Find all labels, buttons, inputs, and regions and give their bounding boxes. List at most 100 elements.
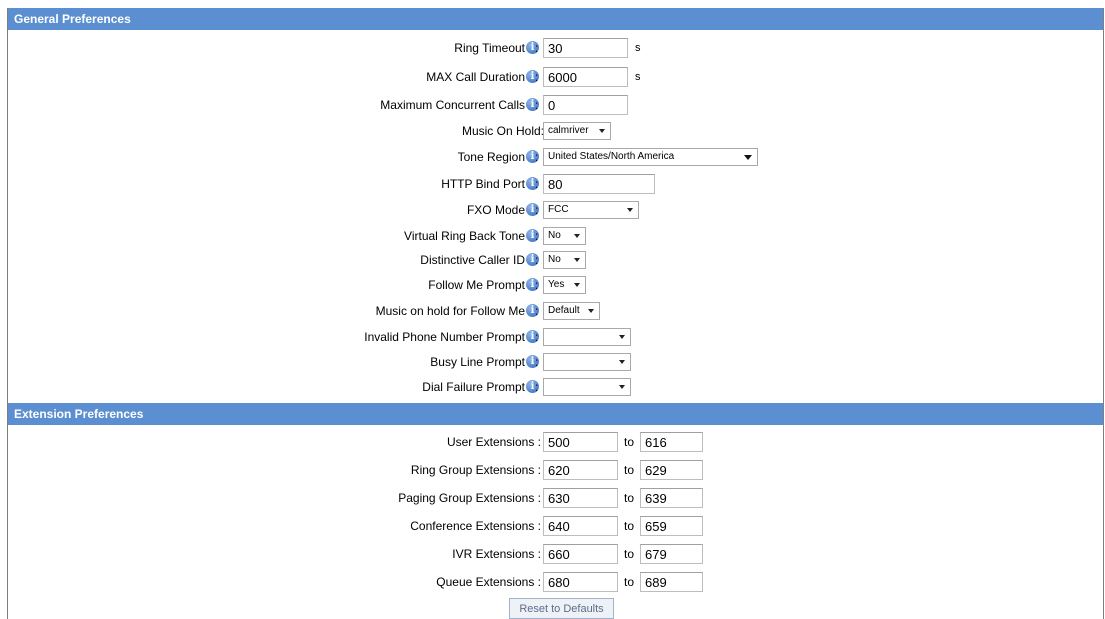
- ring-timeout-unit: s: [635, 42, 641, 54]
- fxo-mode-label: FXO Mode: [466, 203, 525, 217]
- tone-region-label: Tone Region: [457, 150, 525, 164]
- chevron-down-icon: [588, 309, 594, 313]
- user-extensions-row: User Extensions : to: [8, 431, 1103, 453]
- chevron-down-icon: [744, 155, 752, 160]
- colon: :: [535, 355, 539, 369]
- max-call-duration-unit: s: [635, 71, 641, 83]
- invalid-phone-number-prompt-row: Invalid Phone Number Prompt i :: [8, 326, 1103, 348]
- conference-extensions-to-input[interactable]: [640, 516, 703, 536]
- fxo-mode-value: FCC: [548, 204, 569, 215]
- busy-line-prompt-label: Busy Line Prompt: [430, 355, 525, 369]
- ivr-extensions-row: IVR Extensions : to: [8, 543, 1103, 565]
- chevron-down-icon: [619, 360, 625, 364]
- follow-me-prompt-row: Follow Me Prompt i : Yes: [8, 274, 1103, 296]
- chevron-down-icon: [599, 129, 605, 133]
- follow-me-prompt-value: Yes: [548, 279, 565, 290]
- paging-group-extensions-to-input[interactable]: [640, 488, 703, 508]
- max-concurrent-calls-row: Maximum Concurrent Calls i :: [8, 94, 1103, 116]
- colon: :: [535, 304, 539, 318]
- reset-to-defaults-button[interactable]: Reset to Defaults: [509, 598, 614, 619]
- tone-region-row: Tone Region i : United States/North Ameri…: [8, 146, 1103, 168]
- chevron-down-icon: [574, 258, 580, 262]
- colon: :: [535, 278, 539, 292]
- chevron-down-icon: [619, 335, 625, 339]
- to-label: to: [624, 575, 635, 589]
- busy-line-prompt-select[interactable]: [543, 353, 631, 371]
- extension-preferences-header: Extension Preferences: [8, 403, 1103, 425]
- paging-group-extensions-from-input[interactable]: [543, 488, 618, 508]
- chevron-down-icon: [574, 283, 580, 287]
- distinctive-caller-id-label: Distinctive Caller ID: [420, 253, 525, 267]
- ivr-extensions-to-input[interactable]: [640, 544, 703, 564]
- to-label: to: [624, 435, 635, 449]
- colon: :: [535, 41, 539, 55]
- music-on-hold-follow-me-row: Music on hold for Follow Me i : Default: [8, 300, 1103, 322]
- to-label: to: [624, 519, 635, 533]
- colon: :: [535, 98, 539, 112]
- max-concurrent-calls-label: Maximum Concurrent Calls: [380, 98, 525, 112]
- virtual-ring-back-tone-row: Virtual Ring Back Tone i : No: [8, 225, 1103, 247]
- distinctive-caller-id-select[interactable]: No: [543, 251, 586, 269]
- max-call-duration-label: MAX Call Duration: [426, 70, 525, 84]
- music-on-hold-follow-me-label: Music on hold for Follow Me: [375, 304, 525, 318]
- music-on-hold-follow-me-value: Default: [548, 305, 580, 316]
- paging-group-extensions-row: Paging Group Extensions : to: [8, 487, 1103, 509]
- user-extensions-to-input[interactable]: [640, 432, 703, 452]
- chevron-down-icon: [627, 208, 633, 212]
- max-call-duration-input[interactable]: [543, 67, 628, 87]
- virtual-ring-back-tone-select[interactable]: No: [543, 227, 586, 245]
- to-label: to: [624, 491, 635, 505]
- colon: :: [535, 253, 539, 267]
- user-extensions-from-input[interactable]: [543, 432, 618, 452]
- ring-group-extensions-from-input[interactable]: [543, 460, 618, 480]
- colon: :: [535, 330, 539, 344]
- invalid-phone-number-prompt-select[interactable]: [543, 328, 631, 346]
- follow-me-prompt-select[interactable]: Yes: [543, 276, 586, 294]
- music-on-hold-value: calmriver: [548, 125, 589, 136]
- ivr-extensions-from-input[interactable]: [543, 544, 618, 564]
- music-on-hold-select[interactable]: calmriver: [543, 122, 611, 140]
- http-bind-port-row: HTTP Bind Port i :: [8, 173, 1103, 195]
- ring-group-extensions-row: Ring Group Extensions : to: [8, 459, 1103, 481]
- max-concurrent-calls-input[interactable]: [543, 95, 628, 115]
- busy-line-prompt-row: Busy Line Prompt i :: [8, 351, 1103, 373]
- distinctive-caller-id-row: Distinctive Caller ID i : No: [8, 249, 1103, 271]
- colon: :: [535, 229, 539, 243]
- follow-me-prompt-label: Follow Me Prompt: [428, 278, 525, 292]
- chevron-down-icon: [574, 234, 580, 238]
- dial-failure-prompt-label: Dial Failure Prompt: [422, 380, 525, 394]
- conference-extensions-from-input[interactable]: [543, 516, 618, 536]
- music-on-hold-follow-me-select[interactable]: Default: [543, 302, 600, 320]
- dial-failure-prompt-select[interactable]: [543, 378, 631, 396]
- fxo-mode-select[interactable]: FCC: [543, 201, 639, 219]
- to-label: to: [624, 463, 635, 477]
- chevron-down-icon: [619, 385, 625, 389]
- tone-region-value: United States/North America: [548, 151, 675, 162]
- conference-extensions-row: Conference Extensions : to: [8, 515, 1103, 537]
- distinctive-caller-id-value: No: [548, 254, 561, 265]
- http-bind-port-label: HTTP Bind Port: [441, 177, 525, 191]
- ivr-extensions-label: IVR Extensions :: [452, 547, 541, 561]
- music-on-hold-label: Music On Hold:: [461, 124, 544, 138]
- conference-extensions-label: Conference Extensions :: [410, 519, 541, 533]
- to-label: to: [624, 547, 635, 561]
- general-preferences-header: General Preferences: [8, 8, 1103, 30]
- ring-group-extensions-to-input[interactable]: [640, 460, 703, 480]
- queue-extensions-from-input[interactable]: [543, 572, 618, 592]
- colon: :: [535, 177, 539, 191]
- colon: :: [535, 70, 539, 84]
- queue-extensions-row: Queue Extensions : to: [8, 571, 1103, 593]
- invalid-phone-number-prompt-label: Invalid Phone Number Prompt: [364, 330, 525, 344]
- queue-extensions-to-input[interactable]: [640, 572, 703, 592]
- colon: :: [535, 203, 539, 217]
- ring-timeout-input[interactable]: [543, 38, 628, 58]
- paging-group-extensions-label: Paging Group Extensions :: [398, 491, 541, 505]
- queue-extensions-label: Queue Extensions :: [436, 575, 541, 589]
- http-bind-port-input[interactable]: [543, 174, 655, 194]
- virtual-ring-back-tone-value: No: [548, 230, 561, 241]
- ring-timeout-label: Ring Timeout: [454, 41, 525, 55]
- dial-failure-prompt-row: Dial Failure Prompt i :: [8, 376, 1103, 398]
- ring-group-extensions-label: Ring Group Extensions :: [410, 463, 541, 477]
- tone-region-select[interactable]: United States/North America: [543, 148, 758, 166]
- music-on-hold-row: Music On Hold: calmriver: [8, 120, 1103, 142]
